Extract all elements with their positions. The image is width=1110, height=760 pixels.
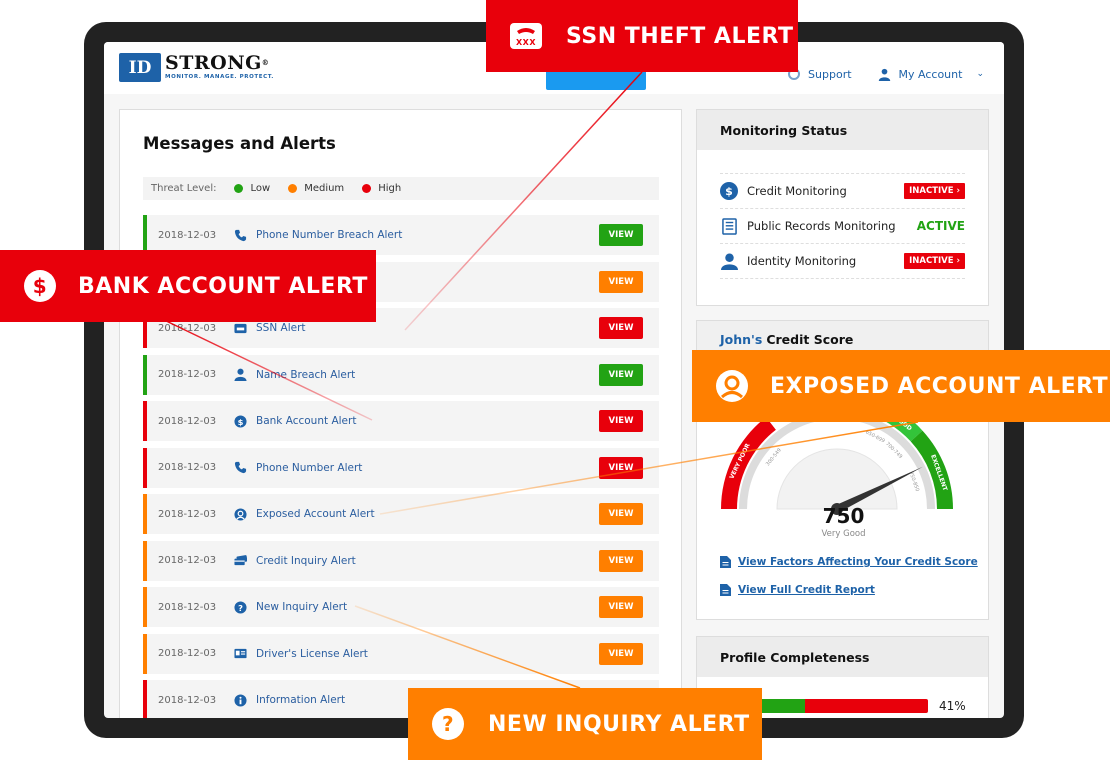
view-button[interactable]: VIEW [599, 317, 643, 339]
document-icon [720, 217, 738, 235]
alert-row[interactable]: 2018-12-03 Name Breach Alert VIEW [143, 354, 659, 395]
svg-text:?: ? [442, 712, 454, 736]
view-button[interactable]: VIEW [599, 270, 643, 293]
user-icon [878, 68, 890, 81]
alert-date: 2018-12-03 [158, 415, 217, 427]
credit-score-value: 750 [822, 504, 865, 528]
dollar-circle-icon: $ [233, 414, 247, 428]
id-card-icon [233, 647, 247, 661]
monitoring-item-public-records: Public Records Monitoring ACTIVE [720, 209, 965, 244]
threat-medium: Medium [288, 183, 344, 194]
phone-icon [233, 228, 247, 242]
threat-level-legend: Threat Level: Low Medium High [143, 177, 659, 200]
document-icon [720, 556, 731, 568]
alert-title-link[interactable]: New Inquiry Alert [256, 601, 347, 613]
alert-title-link[interactable]: Exposed Account Alert [256, 508, 375, 520]
nav-my-account-label: My Account [898, 67, 963, 81]
info-circle-icon [233, 693, 247, 707]
exposed-user-icon [716, 370, 748, 402]
messages-title: Messages and Alerts [143, 134, 336, 153]
credit-monitoring-inactive-badge[interactable]: INACTIVE › [904, 183, 965, 199]
alert-date: 2018-12-03 [158, 462, 217, 473]
alert-date: 2018-12-03 [158, 648, 217, 659]
svg-text:$: $ [725, 185, 733, 198]
profile-percent: 41% [939, 699, 966, 713]
view-button[interactable]: VIEW [599, 596, 643, 618]
svg-text:?: ? [238, 602, 243, 612]
gauge-tick-label: 650-699 [864, 429, 885, 444]
alert-title-link[interactable]: SSN Alert [256, 322, 306, 334]
profile-completeness-title: Profile Completeness [697, 637, 988, 677]
alert-title-link[interactable]: Bank Account Alert [256, 415, 356, 427]
dollar-circle-icon: $ [720, 182, 738, 200]
monitoring-item-identity: Identity Monitoring INACTIVE › [720, 244, 965, 279]
logo-name: STRONG® [165, 52, 270, 74]
chevron-down-icon: ⌄ [976, 69, 984, 79]
nav-support-label: Support [808, 67, 852, 81]
user-icon [233, 368, 247, 382]
alert-row[interactable]: 2018-12-03? New Inquiry Alert VIEW [143, 587, 659, 627]
view-button[interactable]: VIEW [599, 363, 643, 386]
monitoring-status-card: Monitoring Status $ Credit Monitoring IN… [696, 109, 989, 306]
document-icon [720, 584, 731, 596]
view-factors-link[interactable]: View Factors Affecting Your Credit Score [720, 555, 978, 569]
alert-title-link[interactable]: Information Alert [256, 694, 345, 706]
question-circle-icon: ? [432, 708, 464, 740]
nav-my-account[interactable]: My Account ⌄ [878, 68, 984, 81]
alert-title-link[interactable]: Driver's License Alert [256, 648, 368, 660]
view-button[interactable]: VIEW [599, 503, 643, 525]
credit-cards-icon [233, 554, 247, 568]
user-icon [720, 252, 738, 270]
threat-high: High [362, 183, 401, 194]
dollar-circle-icon: $ [24, 270, 56, 302]
view-button[interactable]: VIEW [599, 642, 643, 665]
view-button[interactable]: VIEW [599, 549, 643, 572]
alert-date: 2018-12-03 [158, 694, 217, 706]
monitoring-item-credit: $ Credit Monitoring INACTIVE › [720, 174, 965, 209]
alert-title-link[interactable]: Phone Number Alert [256, 462, 362, 474]
credit-score-rating: Very Good [821, 529, 866, 539]
alert-row[interactable]: 2018-12-03 Driver's License Alert VIEW [143, 633, 659, 674]
alert-title-link[interactable]: Phone Number Breach Alert [256, 229, 402, 241]
alert-date: 2018-12-03 [158, 229, 217, 241]
alert-title-link[interactable]: Credit Inquiry Alert [256, 555, 356, 567]
ssn-card-icon [233, 321, 247, 335]
idstrong-logo[interactable]: ID STRONG® MONITOR. MANAGE. PROTECT. [119, 53, 274, 82]
threat-level-label: Threat Level: [151, 183, 217, 194]
gauge-center-disc [776, 448, 898, 510]
svg-text:$: $ [237, 416, 243, 426]
exposed-account-alert-callout: EXPOSED ACCOUNT ALERT [692, 350, 1110, 422]
alert-row[interactable]: 2018-12-03 Credit Inquiry Alert VIEW [143, 540, 659, 581]
ssn-theft-alert-callout: XXX SSN THEFT ALERT [486, 0, 798, 72]
logo-mark: ID [119, 53, 161, 82]
alert-row[interactable]: 2018-12-03 $ Bank Account Alert VIEW [143, 401, 659, 441]
alert-date: 2018-12-03 [158, 601, 217, 613]
monitoring-status-title: Monitoring Status [697, 110, 988, 150]
alert-title-link[interactable]: Name Breach Alert [256, 369, 355, 381]
svg-text:$: $ [33, 274, 47, 298]
svg-text:XXX: XXX [516, 38, 536, 47]
view-full-credit-report-link[interactable]: View Full Credit Report [720, 583, 978, 597]
bank-account-alert-callout: $ BANK ACCOUNT ALERT [0, 250, 376, 322]
identity-monitoring-inactive-badge[interactable]: INACTIVE › [904, 253, 965, 269]
alert-row[interactable]: 2018-12-03 Phone Number Alert VIEW [143, 447, 659, 488]
question-circle-icon: ? [233, 600, 247, 614]
alert-date: 2018-12-03 [158, 369, 217, 380]
alert-date: 2018-12-03 [158, 322, 217, 334]
view-button[interactable]: VIEW [599, 224, 643, 246]
public-records-active-status: ACTIVE [916, 219, 965, 233]
threat-low: Low [234, 183, 270, 194]
alert-row[interactable]: 2018-12-03 Phone Number Breach Alert VIEW [143, 215, 659, 255]
logo-tagline: MONITOR. MANAGE. PROTECT. [165, 74, 274, 80]
alert-row[interactable]: 2018-12-03 Exposed Account Alert VIEW [143, 494, 659, 534]
new-inquiry-alert-callout: ? NEW INQUIRY ALERT [408, 688, 762, 760]
view-button[interactable]: VIEW [599, 410, 643, 432]
view-button[interactable]: VIEW [599, 456, 643, 479]
ssn-phone-card-icon: XXX [510, 20, 542, 52]
phone-icon [233, 461, 247, 475]
alert-date: 2018-12-03 [158, 508, 217, 520]
exposed-user-icon [233, 507, 247, 521]
messages-and-alerts-card: Messages and Alerts Threat Level: Low Me… [119, 109, 682, 718]
alert-date: 2018-12-03 [158, 555, 217, 566]
